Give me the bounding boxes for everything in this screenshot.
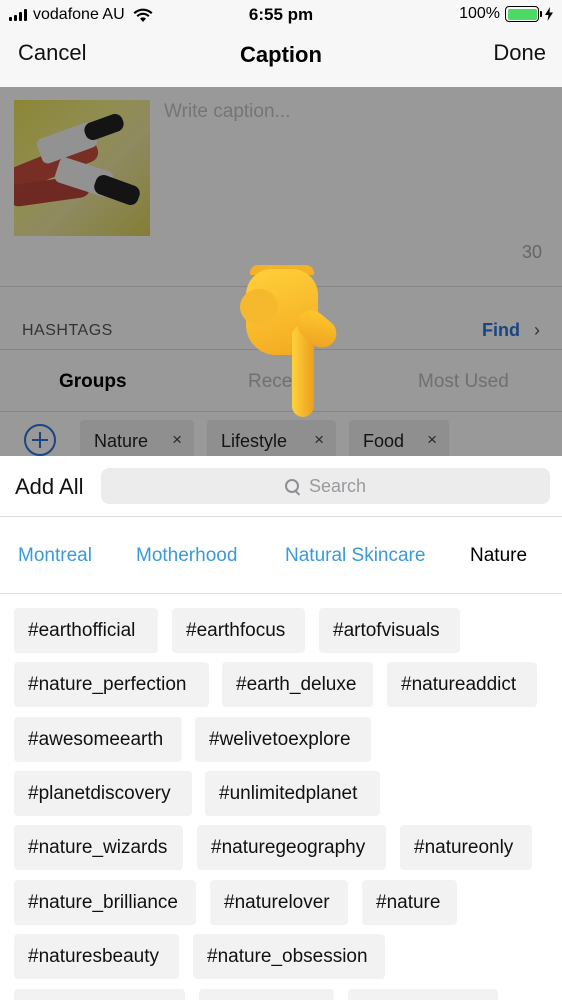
hashtag-chip[interactable]: #unlimitedplanet <box>205 771 380 816</box>
hashtag-chip[interactable]: #natureaddict <box>387 662 537 707</box>
hashtag-chip[interactable]: #nature_perfection <box>14 662 209 707</box>
hashtag-chip[interactable]: #awesomeearth <box>14 717 182 762</box>
page-title: Caption <box>240 42 322 67</box>
battery-percent: 100% <box>459 5 500 22</box>
hashtag-chip[interactable]: #earth_deluxe <box>222 662 373 707</box>
pointing-hand-icon <box>240 265 350 420</box>
hashtag-chip[interactable]: #welivetoexplore <box>195 717 371 762</box>
hashtag-chip[interactable] <box>14 989 185 1000</box>
done-button[interactable]: Done <box>493 40 546 66</box>
hashtag-chip[interactable]: #natureonly <box>400 825 532 870</box>
hashtag-chip[interactable]: #earthfocus <box>172 608 305 653</box>
hashtag-sheet: Add All Search Montreal Motherhood Natur… <box>0 456 562 1000</box>
nav-bar: Cancel Caption Done <box>0 30 562 87</box>
hashtag-chip[interactable]: #planetdiscovery <box>14 771 192 816</box>
hashtag-chip[interactable] <box>199 989 334 1000</box>
hashtag-chip[interactable]: #naturegeography <box>197 825 386 870</box>
hashtag-chip[interactable]: #naturesbeauty <box>14 934 179 979</box>
hashtag-chip[interactable]: #artofvisuals <box>319 608 460 653</box>
hashtag-chip[interactable]: #nature <box>362 880 457 925</box>
hashtag-chip[interactable]: #nature_brilliance <box>14 880 196 925</box>
hashtag-chip[interactable]: #nature_obsession <box>193 934 385 979</box>
hashtag-chip[interactable]: #earthofficial <box>14 608 158 653</box>
status-bar: vodafone AU 6:55 pm 100% <box>0 0 562 30</box>
hashtag-list: #earthofficial #earthfocus #artofvisuals… <box>0 456 562 1000</box>
hashtag-chip[interactable]: #naturelover <box>210 880 348 925</box>
hashtag-chip[interactable] <box>348 989 498 1000</box>
hashtag-chip[interactable]: #nature_wizards <box>14 825 183 870</box>
charging-icon <box>545 7 553 21</box>
battery-icon <box>505 6 542 22</box>
